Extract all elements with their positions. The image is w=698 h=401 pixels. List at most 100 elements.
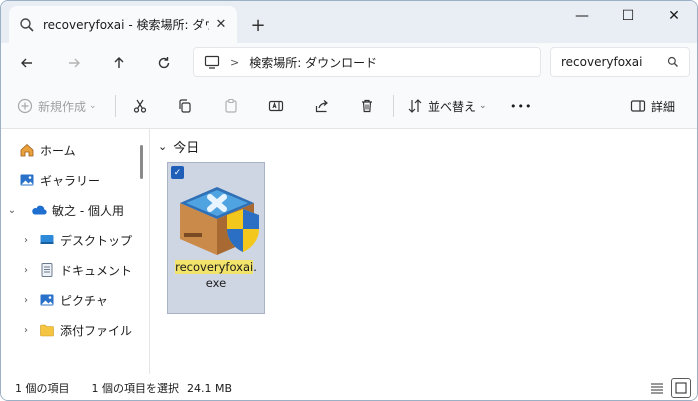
nav-item-documents[interactable]: › ドキュメント [19,257,149,283]
navigation-bar: > 検索場所: ダウンロード recoveryfoxai [1,43,697,83]
tiles-view-icon [675,382,687,394]
search-input[interactable]: recoveryfoxai [561,55,663,69]
details-view-button[interactable] [647,378,667,398]
chevron-right-icon[interactable]: › [19,235,33,246]
large-icons-view-button[interactable] [671,378,691,398]
cut-button[interactable] [132,94,148,118]
title-bar: recoveryfoxai - 検索場所: ダウン ✕ + — ☐ ✕ [1,1,697,43]
minimize-button[interactable]: — [559,1,605,31]
file-explorer-window: recoveryfoxai - 検索場所: ダウン ✕ + — ☐ ✕ > 検 [0,0,698,401]
chevron-down-icon: ⌄ [479,101,487,111]
up-button[interactable] [107,51,131,75]
nav-item-label: デスクトップ [60,233,133,248]
chevron-down-icon: ⌄ [158,140,168,153]
recoveryfox-app-icon [180,187,259,255]
group-header[interactable]: ⌄ 今日 [158,137,199,156]
gallery-icon [19,172,35,188]
chevron-right-icon[interactable]: › [19,265,33,276]
nav-item-gallery[interactable]: ギャラリー [19,167,149,193]
navigation-scrollbar[interactable] [140,145,143,179]
nav-item-label: 敏之 - 個人用 [52,203,124,218]
refresh-button[interactable] [152,51,176,75]
file-extension: exe [205,276,227,290]
breadcrumb-separator: > [230,55,240,69]
more-options-button[interactable]: ••• [510,94,532,118]
forward-button[interactable] [62,51,86,75]
pictures-icon [39,292,55,308]
plus-circle-icon [17,98,33,114]
nav-item-label: ドキュメント [60,263,133,278]
nav-item-desktop[interactable]: › デスクトップ [19,227,149,253]
file-list: ⌄ 今日 ✓ recoveryfoxai. exe [150,129,697,374]
view-buttons [647,378,691,398]
sort-icon [408,99,422,113]
monitor-icon [204,54,220,70]
search-icon [19,17,35,33]
file-name[interactable]: recoveryfoxai. exe [168,259,264,291]
details-pane-icon [630,100,646,112]
new-button[interactable]: 新規作成 ⌄ [17,94,97,118]
arrow-left-icon [21,58,32,68]
chevron-right-icon[interactable]: › [19,325,33,336]
new-button-label: 新規作成 [38,99,87,114]
trash-icon [362,99,372,113]
close-window-button[interactable]: ✕ [651,1,697,31]
nav-item-attachments[interactable]: › 添付ファイル [19,317,149,343]
details-pane-label: 詳細 [651,99,676,114]
tab-title: recoveryfoxai - 検索場所: ダウン [43,18,209,32]
window-controls: — ☐ ✕ [559,1,697,33]
sort-button[interactable]: 並べ替え ⌄ [407,94,487,118]
nav-item-home[interactable]: ホーム [19,137,149,163]
details-pane-button[interactable]: 詳細 [630,94,675,118]
status-selected: 1 個の項目を選択 [91,382,180,395]
new-tab-button[interactable]: + [245,13,271,37]
paste-button[interactable] [223,94,239,118]
search-box[interactable]: recoveryfoxai [550,47,690,77]
chevron-down-icon[interactable]: ⌄ [5,205,19,216]
tab-close-icon[interactable]: ✕ [209,13,233,37]
list-view-icon [651,383,663,394]
status-item-count: 1 個の項目 [15,382,70,395]
rename-icon [268,100,284,112]
command-bar: 新規作成 ⌄ 並べ替え ⌄ ••• 詳細 [1,83,697,129]
nav-item-label: ピクチャ [60,293,108,308]
nav-item-label: ギャラリー [40,173,101,188]
nav-item-pictures[interactable]: › ピクチャ [19,287,149,313]
maximize-button[interactable]: ☐ [605,1,651,31]
delete-button[interactable] [359,94,375,118]
share-icon [315,100,328,113]
tab-search-results[interactable]: recoveryfoxai - 検索場所: ダウン ✕ [9,6,237,43]
status-size: 24.1 MB [187,381,233,395]
paste-icon [225,99,237,113]
address-bar[interactable]: > 検索場所: ダウンロード [193,47,541,77]
desktop-icon [39,232,55,248]
folder-icon [39,322,55,338]
sort-button-label: 並べ替え [428,99,477,114]
file-name-highlight: recoveryfoxai [175,260,254,274]
onedrive-icon [31,202,47,218]
chevron-down-icon: ⌄ [89,101,97,111]
share-button[interactable] [314,94,330,118]
copy-icon [179,99,191,113]
checkbox-selected[interactable]: ✓ [171,166,184,179]
rename-button[interactable] [268,94,284,118]
status-bar: 1 個の項目 1 個の項目を選択 24.1 MB [1,374,697,400]
refresh-icon [158,57,170,69]
chevron-right-icon[interactable]: › [19,295,33,306]
search-icon[interactable] [663,56,683,68]
nav-item-label: ホーム [40,143,76,158]
breadcrumb-path[interactable]: 検索場所: ダウンロード [249,54,377,71]
file-name-dot: . [253,260,257,274]
file-item[interactable]: ✓ recoveryfoxai. exe [167,162,265,314]
home-icon [19,142,35,158]
arrow-up-icon [114,57,124,68]
divider [115,95,116,117]
divider [393,95,394,117]
arrow-right-icon [69,58,80,68]
document-icon [39,262,55,278]
back-button[interactable] [15,51,39,75]
scissors-icon [133,99,147,113]
copy-button[interactable] [177,94,193,118]
navigation-pane: ホーム ギャラリー ⌄ 敏之 - 個人用 › デスクトップ › ドキュメント ›… [1,129,149,374]
nav-item-onedrive[interactable]: ⌄ 敏之 - 個人用 [5,197,135,223]
